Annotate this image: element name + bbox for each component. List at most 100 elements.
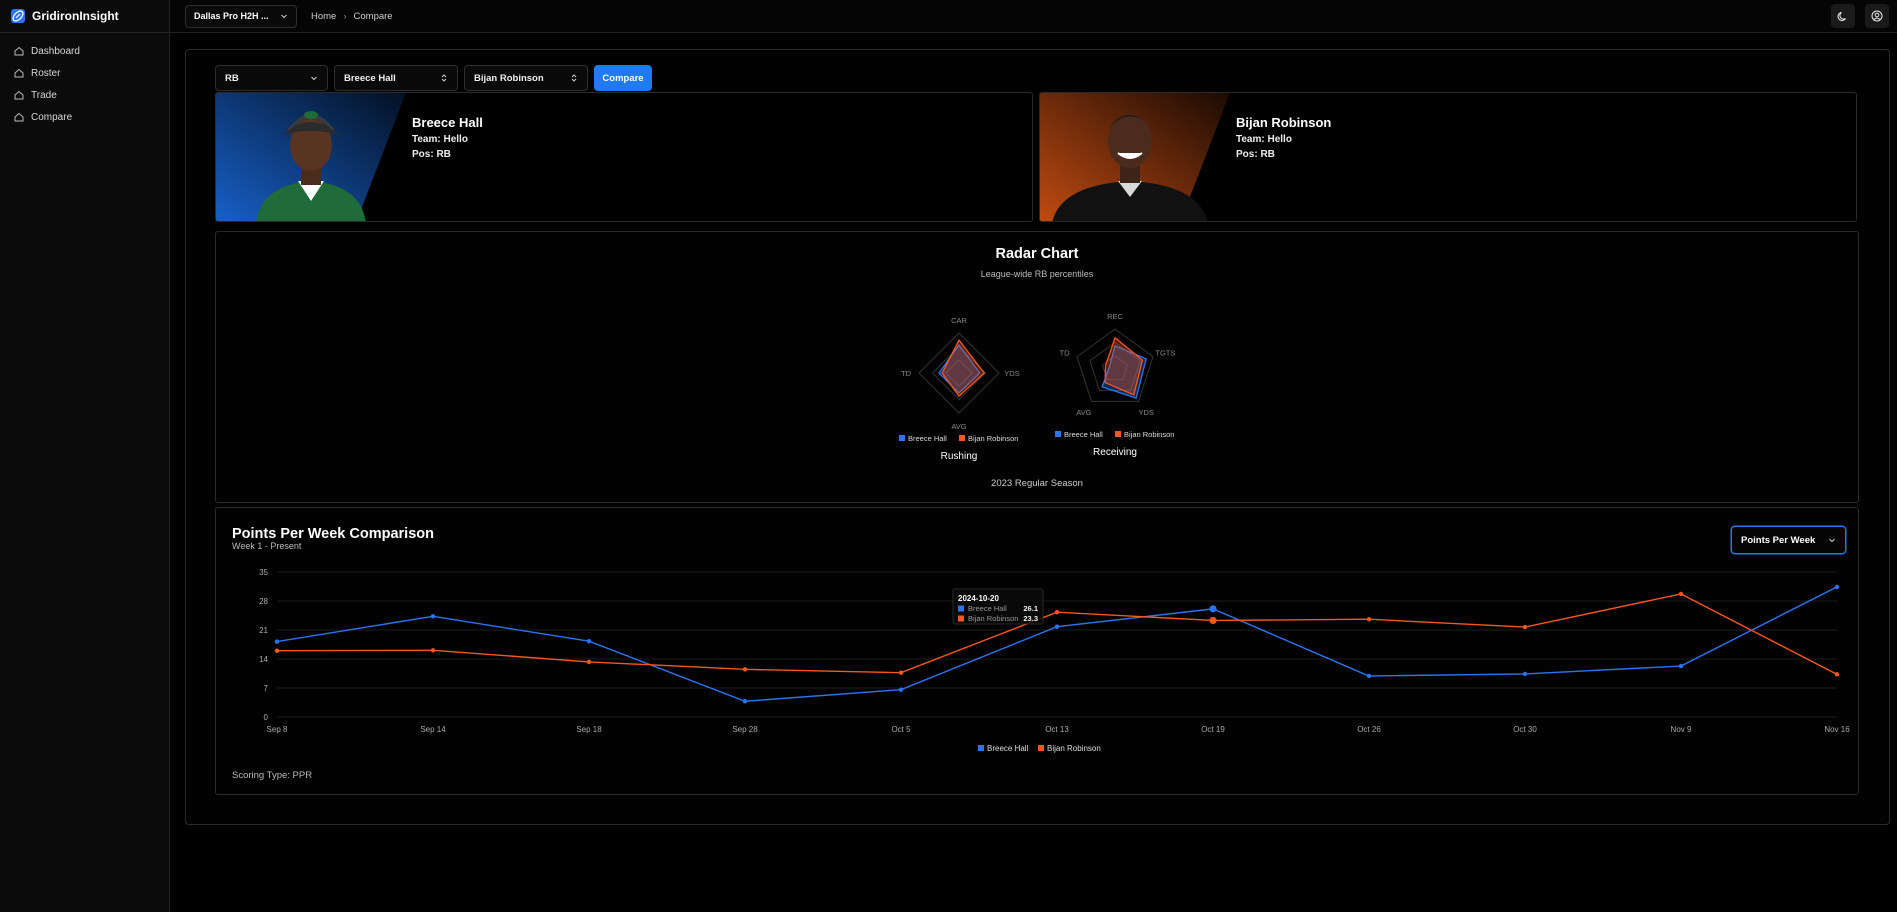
- data-point[interactable]: [1366, 673, 1372, 679]
- compare-controls: RB Breece Hall Bijan Robinson Compare: [215, 65, 652, 91]
- data-point[interactable]: [1209, 616, 1217, 625]
- sidebar-item-label: Dashboard: [31, 45, 80, 57]
- y-tick-label: 7: [264, 684, 269, 693]
- player1-select-value: Breece Hall: [344, 72, 396, 84]
- player-team: Team: Hello: [412, 134, 468, 145]
- radar-axis-label: TD: [1060, 349, 1071, 358]
- ppw-line-chart: 0 7 14 21 28 35 Sep 8 Sep 14 Sep 18 Sep 28 Oct 5 Oc…: [259, 568, 1850, 753]
- sidebar-item-label: Roster: [31, 67, 61, 79]
- data-point[interactable]: [586, 638, 592, 644]
- data-point[interactable]: [742, 667, 748, 672]
- tooltip-series-name: Bijan Robinson: [968, 614, 1018, 623]
- sidebar-item-label: Trade: [31, 89, 57, 101]
- moon-icon: [1837, 12, 1846, 21]
- data-point[interactable]: [1678, 663, 1684, 669]
- data-point[interactable]: [430, 614, 436, 619]
- data-point[interactable]: [1054, 624, 1060, 629]
- player-name: Bijan Robinson: [1236, 115, 1332, 130]
- data-point[interactable]: [1678, 591, 1684, 597]
- data-point[interactable]: [1366, 617, 1372, 622]
- sidebar-item-label: Compare: [31, 111, 73, 123]
- theme-toggle-button[interactable]: [1831, 4, 1855, 28]
- sidebar-item-roster[interactable]: Roster: [0, 62, 169, 84]
- player1-select[interactable]: Breece Hall: [334, 65, 458, 91]
- radar-series-1: [941, 338, 986, 398]
- radar-axis-label: AVG: [1076, 408, 1091, 417]
- position-select[interactable]: RB: [215, 65, 328, 91]
- x-tick-label: Oct 30: [1513, 725, 1537, 734]
- radar-axis-label: TGTS: [1155, 349, 1175, 358]
- x-tick-label: Nov 16: [1824, 725, 1850, 734]
- sidebar-item-compare[interactable]: Compare: [0, 106, 169, 128]
- x-tick-label: Sep 28: [732, 725, 758, 734]
- player-card-2: Bijan Robinson Team: Hello Pos: RB: [1039, 92, 1857, 222]
- data-point[interactable]: [1522, 671, 1528, 677]
- data-point[interactable]: [430, 648, 436, 653]
- data-point[interactable]: [1834, 672, 1840, 677]
- player-name: Breece Hall: [412, 115, 483, 130]
- player2-select[interactable]: Bijan Robinson: [464, 65, 588, 91]
- tooltip-swatch: [958, 605, 964, 612]
- radar-axis-label: YDS: [1004, 369, 1019, 378]
- tooltip-value: 23.3: [1023, 614, 1038, 623]
- data-point[interactable]: [1054, 609, 1060, 615]
- player-photo: [1040, 93, 1230, 221]
- home-icon: [14, 46, 24, 56]
- x-tick-label: Oct 19: [1201, 725, 1225, 734]
- data-point[interactable]: [586, 659, 592, 665]
- brand[interactable]: GridironInsight: [0, 0, 169, 33]
- scoring-type: Scoring Type: PPR: [232, 770, 313, 781]
- x-tick-label: Oct 13: [1045, 725, 1069, 734]
- league-select-value: Dallas Pro H2H ...: [194, 11, 269, 21]
- breadcrumb-current: Compare: [353, 10, 393, 22]
- legend-swatch: [1055, 431, 1061, 437]
- data-point[interactable]: [742, 699, 748, 704]
- data-point[interactable]: [274, 639, 280, 644]
- sidebar: GridironInsight Dashboard Roster Trade C…: [0, 0, 170, 912]
- x-tick-label: Sep 8: [267, 725, 288, 734]
- account-button[interactable]: [1865, 4, 1889, 28]
- legend-swatch: [1115, 431, 1121, 437]
- tooltip-swatch: [958, 615, 964, 622]
- compare-button[interactable]: Compare: [594, 65, 652, 91]
- position-select-value: RB: [225, 72, 239, 84]
- player-team: Team: Hello: [1236, 134, 1292, 145]
- radar-footer: 2023 Regular Season: [991, 478, 1083, 489]
- data-point[interactable]: [898, 687, 904, 692]
- data-point[interactable]: [274, 648, 280, 653]
- y-tick-label: 28: [259, 597, 268, 606]
- breadcrumb: Home › Compare: [311, 11, 393, 22]
- home-icon: [14, 112, 24, 122]
- chevron-down-icon: [311, 76, 317, 81]
- radar-axis-label: REC: [1107, 312, 1123, 321]
- tooltip-value: 26.1: [1023, 604, 1038, 613]
- sidebar-item-trade[interactable]: Trade: [0, 84, 169, 106]
- app-name: GridironInsight: [32, 9, 119, 23]
- sidebar-nav: Dashboard Roster Trade Compare: [0, 33, 169, 128]
- radar-rushing: CAR YDS AVG TD Breece Hall Bijan Robinson Rush…: [899, 316, 1020, 462]
- data-point[interactable]: [1522, 624, 1528, 630]
- data-point[interactable]: [898, 670, 904, 675]
- x-tick-label: Oct 5: [891, 725, 911, 734]
- y-tick-label: 21: [259, 626, 268, 635]
- radar-panel: Radar Chart League-wide RB percentiles C…: [215, 231, 1859, 503]
- legend-swatch: [899, 435, 905, 441]
- league-select[interactable]: Dallas Pro H2H ...: [185, 4, 297, 28]
- breadcrumb-home[interactable]: Home: [311, 11, 336, 22]
- x-tick-label: Sep 14: [420, 725, 446, 734]
- radar-axis-label: CAR: [951, 316, 967, 325]
- ppw-panel: Points Per Week Comparison Week 1 - Pres…: [215, 507, 1859, 795]
- radar-axis-label: AVG: [951, 422, 966, 431]
- legend-swatch: [959, 435, 965, 441]
- data-point[interactable]: [1834, 584, 1840, 590]
- legend-swatch: [978, 745, 984, 751]
- topbar: Dallas Pro H2H ... Home › Compare: [170, 0, 1897, 33]
- data-point[interactable]: [1209, 605, 1217, 613]
- tooltip-date: 2024-10-20: [958, 594, 999, 603]
- radar-charts: CAR YDS AVG TD Breece Hall Bijan Robinson Rush…: [899, 312, 1175, 462]
- tooltip-series-name: Breece Hall: [968, 604, 1007, 613]
- y-tick-label: 14: [259, 655, 268, 664]
- series-line-1: [276, 593, 1838, 675]
- chevron-updown-icon: [441, 74, 447, 82]
- sidebar-item-dashboard[interactable]: Dashboard: [0, 40, 169, 62]
